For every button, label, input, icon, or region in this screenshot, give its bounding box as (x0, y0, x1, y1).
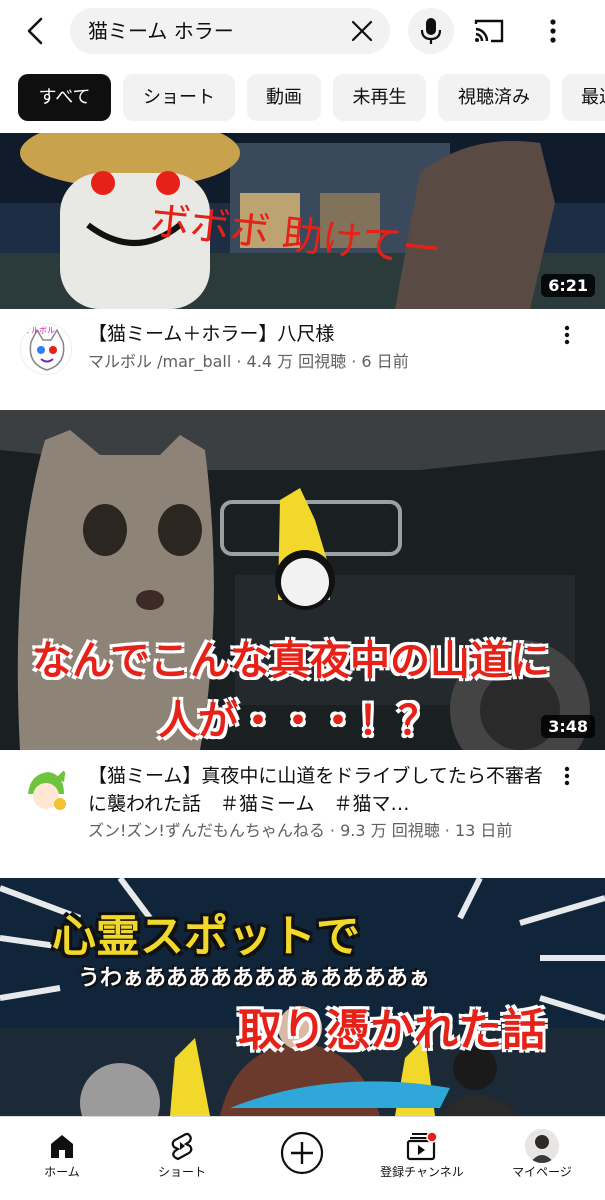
voice-search-button[interactable] (408, 8, 454, 54)
more-vertical-icon (564, 325, 570, 345)
nav-create[interactable] (242, 1117, 362, 1200)
thumbnail-caption-line1: なんでこんな真夜中の山道に (32, 638, 550, 684)
video-meta: マルボル 【猫ミーム＋ホラー】八尺様 マルボル /mar_ball · 4.4 … (0, 309, 605, 389)
chip-all[interactable]: すべて (18, 74, 111, 121)
chip-recent[interactable]: 最近 (562, 74, 605, 121)
nav-subscriptions-label: 登録チャンネル (380, 1165, 464, 1179)
video-thumbnail[interactable]: なんでこんな真夜中の山道に 人が・・・！？ 3:48 (0, 410, 605, 750)
cast-icon (474, 19, 504, 43)
thumbnail-caption-line1: 心霊スポットで (52, 911, 360, 962)
thumbnail-caption-line2: 人が・・・！？ (158, 698, 438, 744)
top-bar: 猫ミーム ホラー (0, 0, 605, 62)
nav-shorts-label: ショート (157, 1165, 206, 1179)
notification-dot (426, 1131, 438, 1143)
search-input[interactable]: 猫ミーム ホラー (70, 8, 390, 54)
chip-unwatched[interactable]: 未再生 (333, 74, 426, 121)
video-menu-button[interactable] (556, 321, 578, 349)
chip-watched[interactable]: 視聴済み (438, 74, 550, 121)
filter-chips: すべて ショート 動画 未再生 視聴済み 最近 (0, 74, 605, 122)
nav-shorts[interactable]: ショート (122, 1117, 242, 1200)
chip-videos[interactable]: 動画 (247, 74, 321, 121)
bottom-navigation: ホーム ショート 登録チャンネル マイページ (0, 1116, 605, 1200)
more-vertical-icon (550, 19, 556, 43)
channel-avatar[interactable] (20, 764, 72, 816)
video-subtitle: マルボル /mar_ball · 4.4 万 回視聴 · 6 日前 (88, 352, 409, 371)
video-duration: 6:21 (541, 274, 595, 297)
nav-home-label: ホーム (44, 1165, 80, 1179)
nav-home[interactable]: ホーム (2, 1117, 122, 1200)
home-icon (45, 1129, 79, 1163)
video-duration: 3:48 (541, 715, 595, 738)
back-arrow-icon (27, 17, 43, 45)
cast-button[interactable] (470, 12, 508, 50)
nav-subscriptions[interactable]: 登録チャンネル (362, 1117, 482, 1200)
thumbnail-caption-line2: うわぁあああああああぁああああぁ (78, 966, 431, 991)
video-title[interactable]: 【猫ミーム】真夜中に山道をドライブしてたら不審者に襲われた話 ＃猫ミーム ＃猫マ… (88, 762, 548, 818)
subscriptions-icon (405, 1129, 439, 1163)
back-button[interactable] (14, 10, 56, 52)
chip-shorts[interactable]: ショート (123, 74, 235, 121)
nav-profile[interactable]: マイページ (482, 1117, 602, 1200)
profile-avatar-icon (525, 1129, 559, 1163)
more-vertical-icon (564, 766, 570, 786)
nav-profile-label: マイページ (512, 1165, 572, 1179)
video-menu-button[interactable] (556, 762, 578, 790)
shorts-icon (165, 1129, 199, 1163)
video-thumbnail[interactable]: 心霊スポットで うわぁあああああああぁああああぁ 取り憑かれた話 (0, 878, 605, 1116)
clear-icon[interactable] (350, 19, 374, 43)
more-options-button[interactable] (538, 12, 568, 50)
search-query: 猫ミーム ホラー (88, 19, 234, 43)
video-meta: 【猫ミーム】真夜中に山道をドライブしてたら不審者に襲われた話 ＃猫ミーム ＃猫マ… (0, 750, 605, 860)
video-thumbnail[interactable]: ボボボ 助けてー 6:21 (0, 133, 605, 309)
video-title[interactable]: 【猫ミーム＋ホラー】八尺様 (88, 320, 548, 348)
channel-avatar[interactable]: マルボル (20, 323, 72, 375)
microphone-icon (420, 18, 442, 44)
channel-logo-text: マルボル (23, 326, 55, 335)
create-icon (280, 1131, 324, 1175)
thumbnail-caption-line3: 取り憑かれた話 (238, 1005, 546, 1056)
video-subtitle: ズン!ズン!ずんだもんちゃんねる · 9.3 万 回視聴 · 13 日前 (88, 821, 513, 840)
channel-logo (20, 764, 72, 816)
